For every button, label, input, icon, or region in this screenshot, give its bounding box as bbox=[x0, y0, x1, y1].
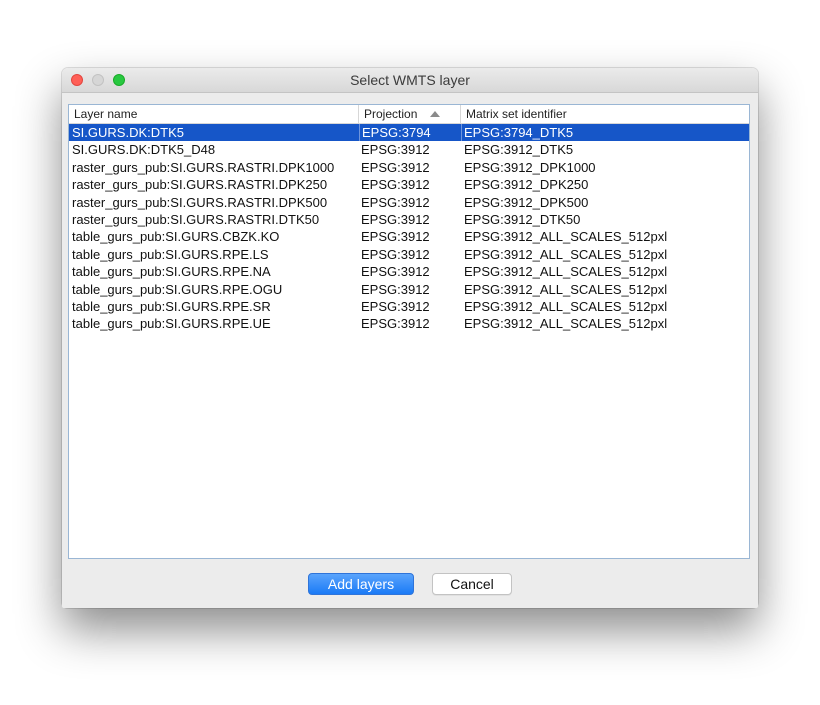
cell-layer-name: table_gurs_pub:SI.GURS.RPE.SR bbox=[72, 298, 271, 314]
table-row[interactable]: raster_gurs_pub:SI.GURS.RASTRI.DPK250 EPS… bbox=[69, 176, 749, 193]
cell-matrix-set: EPSG:3912_ALL_SCALES_512pxl bbox=[464, 298, 668, 314]
table-row[interactable]: table_gurs_pub:SI.GURS.RPE.SR EPSG:3912 EP… bbox=[69, 298, 749, 315]
cell-matrix-set: EPSG:3912_ALL_SCALES_512pxl bbox=[464, 246, 668, 262]
table-row[interactable]: SI.GURS.DK:DTK5_D48 EPSG:3912 EPSG:3912_DT… bbox=[69, 141, 749, 158]
column-header-projection-label: Projection bbox=[364, 107, 418, 121]
cell-matrix-set: EPSG:3912_DTK5 bbox=[464, 142, 574, 158]
cancel-button[interactable]: Cancel bbox=[432, 573, 512, 595]
cell-projection: EPSG:3912 bbox=[361, 298, 430, 314]
cell-projection: EPSG:3912 bbox=[361, 264, 430, 280]
column-header-layer-name[interactable]: Layer name bbox=[69, 105, 359, 123]
table-row[interactable]: raster_gurs_pub:SI.GURS.RASTRI.DPK500 EPS… bbox=[69, 194, 749, 211]
table-row[interactable]: table_gurs_pub:SI.GURS.RPE.UE EPSG:3912 EP… bbox=[69, 315, 749, 332]
cell-projection: EPSG:3912 bbox=[361, 211, 430, 227]
cell-layer-name: table_gurs_pub:SI.GURS.RPE.NA bbox=[72, 264, 271, 280]
cell-matrix-set: EPSG:3912_ALL_SCALES_512pxl bbox=[464, 281, 668, 297]
table-row[interactable]: raster_gurs_pub:SI.GURS.RASTRI.DTK50 EPSG… bbox=[69, 211, 749, 228]
cell-projection: EPSG:3794 bbox=[359, 124, 431, 142]
cell-layer-name: raster_gurs_pub:SI.GURS.RASTRI.DTK50 bbox=[72, 211, 320, 227]
cell-layer-name: table_gurs_pub:SI.GURS.RPE.LS bbox=[72, 246, 269, 262]
cell-matrix-set: EPSG:3912_DPK250 bbox=[464, 177, 589, 193]
cell-projection: EPSG:3912 bbox=[361, 177, 430, 193]
cell-layer-name: table_gurs_pub:SI.GURS.RPE.OGU bbox=[72, 281, 283, 297]
sort-ascending-icon bbox=[430, 111, 440, 117]
cell-matrix-set: EPSG:3912_ALL_SCALES_512pxl bbox=[464, 264, 668, 280]
cell-projection: EPSG:3912 bbox=[361, 229, 430, 245]
cell-matrix-set: EPSG:3912_ALL_SCALES_512pxl bbox=[464, 229, 668, 245]
dialog-window: Select WMTS layer Layer name Projection … bbox=[62, 68, 758, 608]
column-header-matrix-set[interactable]: Matrix set identifier bbox=[461, 105, 749, 123]
table-body: SI.GURS.DK:DTK5 EPSG:3794 EPSG:3794_DTK5 SI… bbox=[69, 124, 749, 333]
cell-projection: EPSG:3912 bbox=[361, 194, 430, 210]
cell-matrix-set: EPSG:3912_DPK500 bbox=[464, 194, 589, 210]
window-title: Select WMTS layer bbox=[350, 72, 470, 88]
add-layers-button[interactable]: Add layers bbox=[308, 573, 414, 595]
cell-projection: EPSG:3912 bbox=[361, 142, 430, 158]
cell-layer-name: SI.GURS.DK:DTK5 bbox=[72, 125, 184, 140]
table-header: Layer name Projection Matrix set identif… bbox=[69, 105, 749, 124]
table-row[interactable]: SI.GURS.DK:DTK5 EPSG:3794 EPSG:3794_DTK5 bbox=[69, 124, 749, 142]
cell-projection: EPSG:3912 bbox=[361, 246, 430, 262]
cell-layer-name: SI.GURS.DK:DTK5_D48 bbox=[72, 142, 216, 158]
cell-matrix-set: EPSG:3912_DTK50 bbox=[464, 211, 581, 227]
cell-projection: EPSG:3912 bbox=[361, 316, 430, 332]
table-row[interactable]: table_gurs_pub:SI.GURS.RPE.OGU EPSG:3912 E… bbox=[69, 281, 749, 298]
table-row[interactable]: table_gurs_pub:SI.GURS.RPE.NA EPSG:3912 EP… bbox=[69, 263, 749, 280]
cell-layer-name: table_gurs_pub:SI.GURS.CBZK.KO bbox=[72, 229, 280, 245]
cell-matrix-set: EPSG:3912_ALL_SCALES_512pxl bbox=[464, 316, 668, 332]
table-row[interactable]: raster_gurs_pub:SI.GURS.RASTRI.DPK1000 EP… bbox=[69, 159, 749, 176]
cell-layer-name: table_gurs_pub:SI.GURS.RPE.UE bbox=[72, 316, 271, 332]
cell-matrix-set: EPSG:3794_DTK5 bbox=[461, 124, 573, 142]
page: Select WMTS layer Layer name Projection … bbox=[0, 0, 820, 705]
cell-projection: EPSG:3912 bbox=[361, 159, 430, 175]
cell-layer-name: raster_gurs_pub:SI.GURS.RASTRI.DPK500 bbox=[72, 194, 328, 210]
title-bar[interactable]: Select WMTS layer bbox=[62, 68, 758, 93]
layer-table: Layer name Projection Matrix set identif… bbox=[68, 104, 750, 559]
column-header-projection[interactable]: Projection bbox=[359, 105, 461, 123]
cell-matrix-set: EPSG:3912_DPK1000 bbox=[464, 159, 596, 175]
table-row[interactable]: table_gurs_pub:SI.GURS.CBZK.KO EPSG:3912 E… bbox=[69, 228, 749, 245]
cell-projection: EPSG:3912 bbox=[361, 281, 430, 297]
cell-layer-name: raster_gurs_pub:SI.GURS.RASTRI.DPK250 bbox=[72, 177, 328, 193]
cell-layer-name: raster_gurs_pub:SI.GURS.RASTRI.DPK1000 bbox=[72, 159, 335, 175]
table-row[interactable]: table_gurs_pub:SI.GURS.RPE.LS EPSG:3912 EP… bbox=[69, 246, 749, 263]
